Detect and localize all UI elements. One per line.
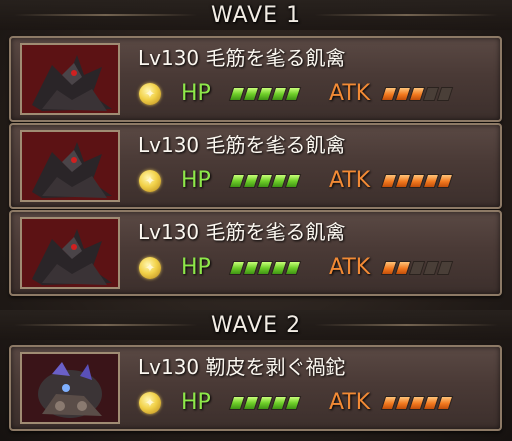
enemy-row[interactable]: Lv130 靭皮を剥ぐ禍鉈 ✦ HP ATK [9, 345, 502, 431]
hp-gauge [228, 261, 302, 275]
enemy-row[interactable]: Lv130 毛筋を毟る飢禽 ✦ HP ATK [9, 123, 502, 209]
gauge-segment [436, 174, 454, 188]
atk-gauge [380, 87, 454, 101]
enemy-portrait [20, 217, 120, 289]
gauge-segment [284, 396, 302, 410]
hp-gauge [228, 396, 302, 410]
atk-gauge [380, 261, 454, 275]
gauge-segment [436, 261, 454, 275]
hp-gauge [228, 174, 302, 188]
wave-1-label: WAVE 1 [210, 2, 302, 28]
light-element-icon: ✦ [139, 170, 161, 192]
enemy-name: Lv130 靭皮を剥ぐ禍鉈 [138, 355, 346, 379]
enemy-name: Lv130 毛筋を毟る飢禽 [138, 46, 346, 70]
atk-label: ATK [329, 81, 371, 106]
gauge-segment [284, 174, 302, 188]
hp-label: HP [181, 255, 211, 280]
gauge-segment [436, 87, 454, 101]
light-element-icon: ✦ [139, 257, 161, 279]
hp-label: HP [181, 390, 211, 415]
atk-label: ATK [329, 390, 371, 415]
atk-label: ATK [329, 168, 371, 193]
gauge-segment [284, 261, 302, 275]
atk-gauge [380, 396, 454, 410]
enemy-row[interactable]: Lv130 毛筋を毟る飢禽 ✦ HP ATK [9, 36, 502, 122]
wave-2-label: WAVE 2 [210, 312, 302, 338]
atk-gauge [380, 174, 454, 188]
hp-label: HP [181, 168, 211, 193]
atk-label: ATK [329, 255, 371, 280]
enemy-name: Lv130 毛筋を毟る飢禽 [138, 133, 346, 157]
enemy-portrait [20, 352, 120, 424]
enemy-portrait [20, 130, 120, 202]
hp-gauge [228, 87, 302, 101]
enemy-portrait [20, 43, 120, 115]
light-element-icon: ✦ [139, 392, 161, 414]
enemy-row[interactable]: Lv130 毛筋を毟る飢禽 ✦ HP ATK [9, 210, 502, 296]
hp-label: HP [181, 81, 211, 106]
gauge-segment [284, 87, 302, 101]
gauge-segment [436, 396, 454, 410]
enemy-name: Lv130 毛筋を毟る飢禽 [138, 220, 346, 244]
wave-2-header: WAVE 2 [0, 310, 512, 340]
light-element-icon: ✦ [139, 83, 161, 105]
wave-1-header: WAVE 1 [0, 0, 512, 30]
